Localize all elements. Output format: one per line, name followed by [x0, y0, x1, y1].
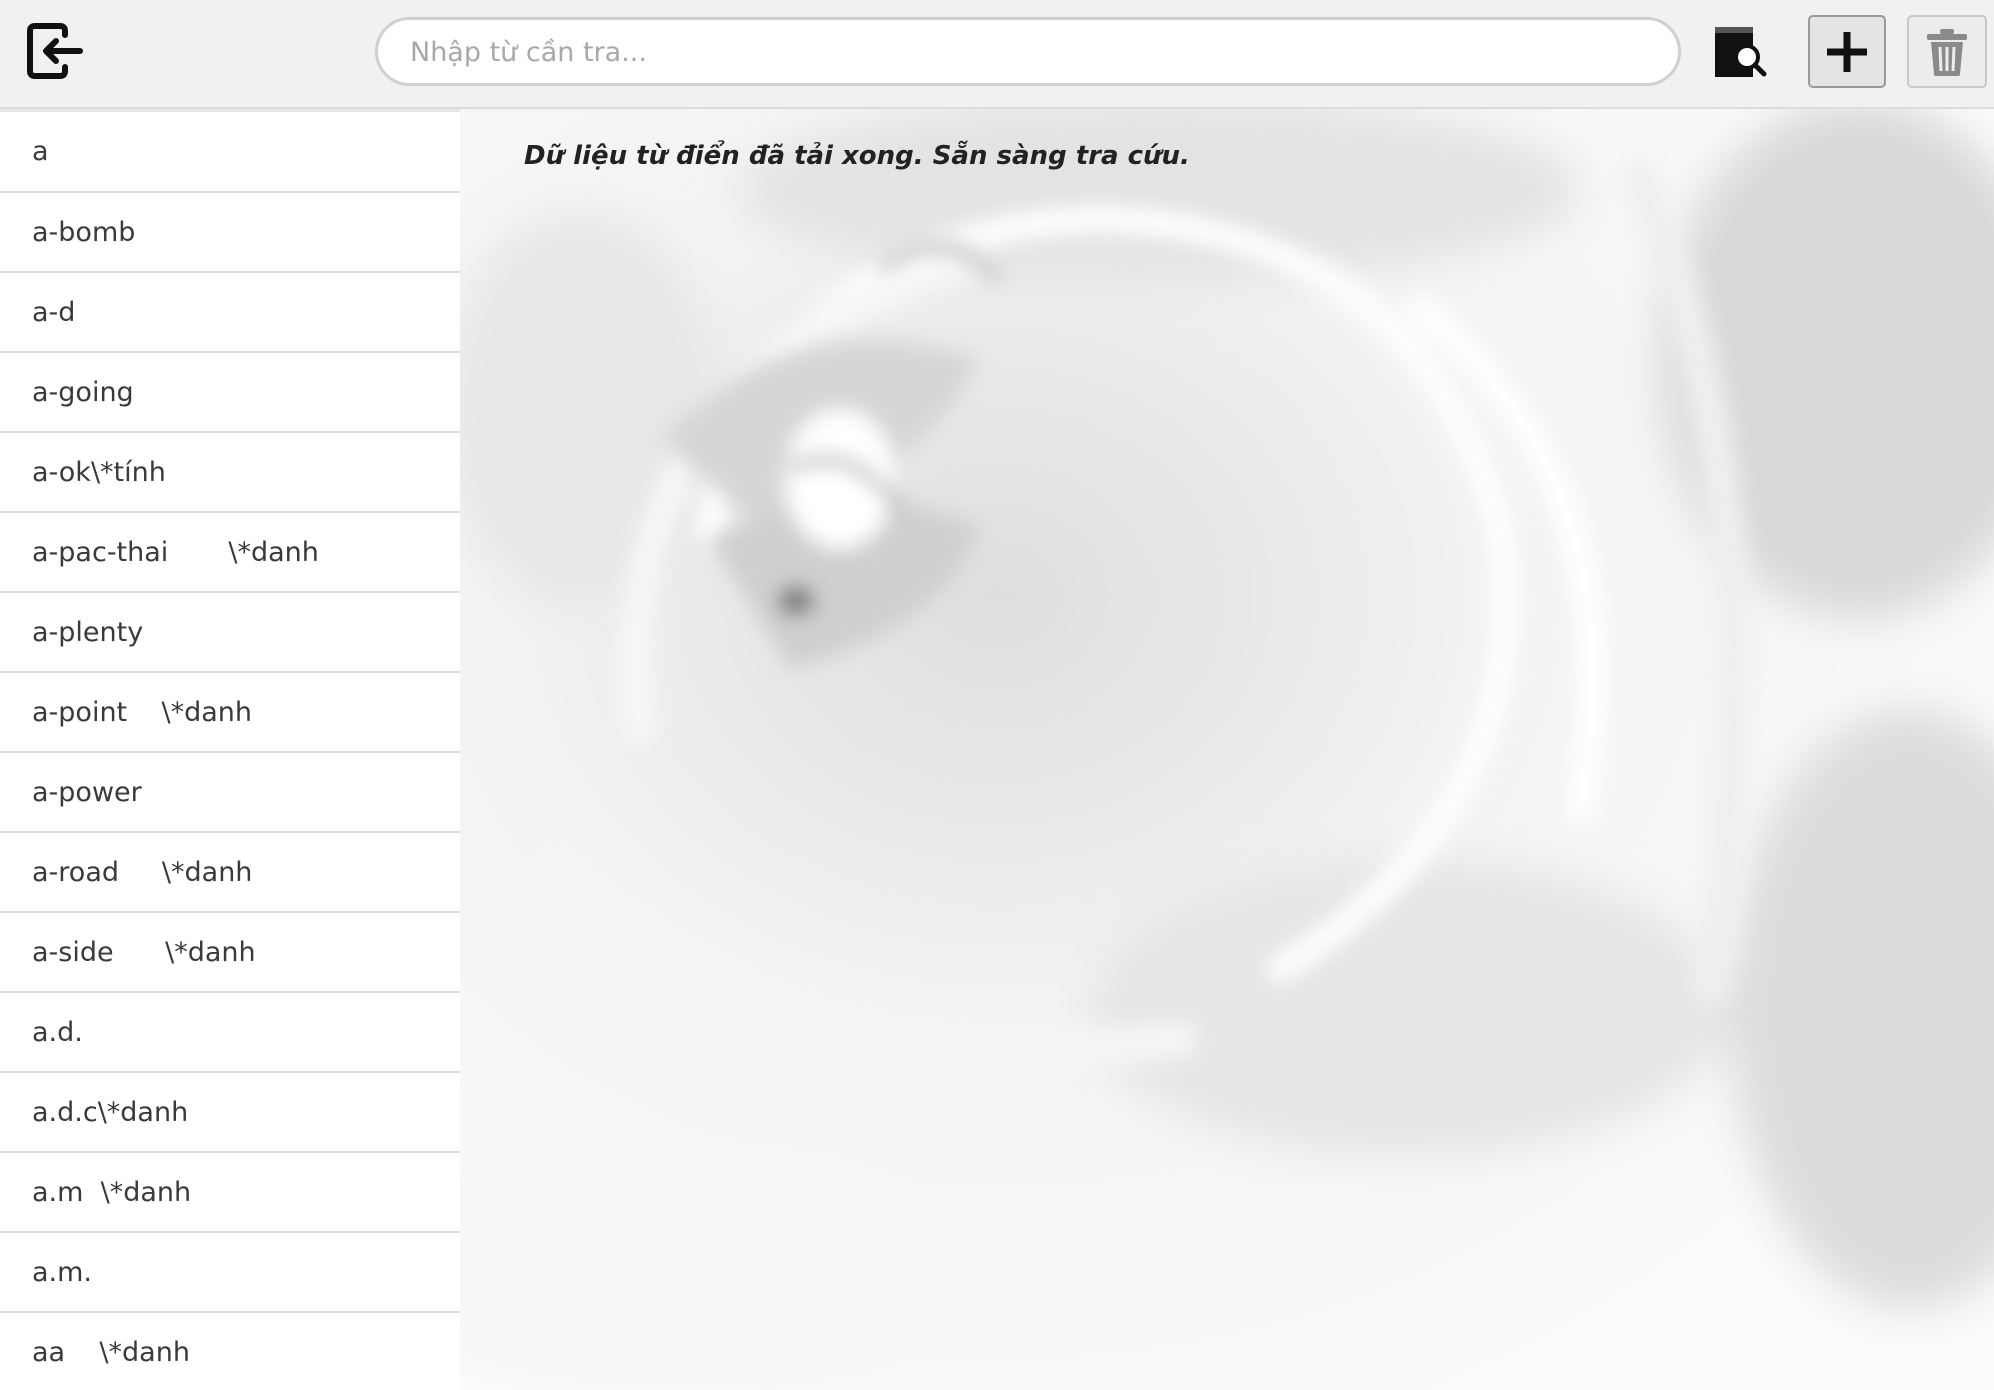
list-item[interactable]: a-pac-thai \*danh	[0, 513, 460, 593]
search-box	[375, 17, 1681, 86]
rose-background-image	[460, 109, 1994, 1390]
list-item[interactable]: a.m.	[0, 1233, 460, 1313]
list-item[interactable]: aa \*danh	[0, 1313, 460, 1390]
add-word-button[interactable]	[1808, 15, 1886, 88]
status-message: Dữ liệu từ điển đã tải xong. Sẵn sàng tr…	[524, 141, 1190, 171]
logout-icon	[27, 23, 83, 79]
list-item[interactable]: a.m \*danh	[0, 1153, 460, 1233]
search-input[interactable]	[408, 20, 1652, 85]
lookup-button[interactable]	[1710, 22, 1770, 82]
list-item[interactable]: a-plenty	[0, 593, 460, 673]
list-item[interactable]: a.d.	[0, 993, 460, 1073]
toolbar	[0, 0, 1994, 109]
dictionary-app: Dữ liệu từ điển đã tải xong. Sẵn sàng tr…	[0, 0, 1994, 1390]
list-item[interactable]: a-road \*danh	[0, 833, 460, 913]
logout-button[interactable]	[22, 18, 88, 84]
list-item[interactable]: a	[0, 109, 460, 193]
word-list[interactable]: a a-bomb a-d a-going a-ok\*tính a-pac-th…	[0, 109, 460, 1390]
delete-word-button[interactable]	[1907, 15, 1987, 88]
plus-icon	[1827, 31, 1867, 72]
list-item[interactable]: a-power	[0, 753, 460, 833]
list-item[interactable]: a-side \*danh	[0, 913, 460, 993]
list-item[interactable]: a.d.c\*danh	[0, 1073, 460, 1153]
dictionary-search-icon	[1715, 27, 1767, 77]
list-item[interactable]: a-d	[0, 273, 460, 353]
definition-pane: Dữ liệu từ điển đã tải xong. Sẵn sàng tr…	[460, 109, 1994, 1390]
trash-icon	[1927, 28, 1967, 76]
list-item[interactable]: a-ok\*tính	[0, 433, 460, 513]
list-item[interactable]: a-going	[0, 353, 460, 433]
list-item[interactable]: a-bomb	[0, 193, 460, 273]
list-item[interactable]: a-point \*danh	[0, 673, 460, 753]
